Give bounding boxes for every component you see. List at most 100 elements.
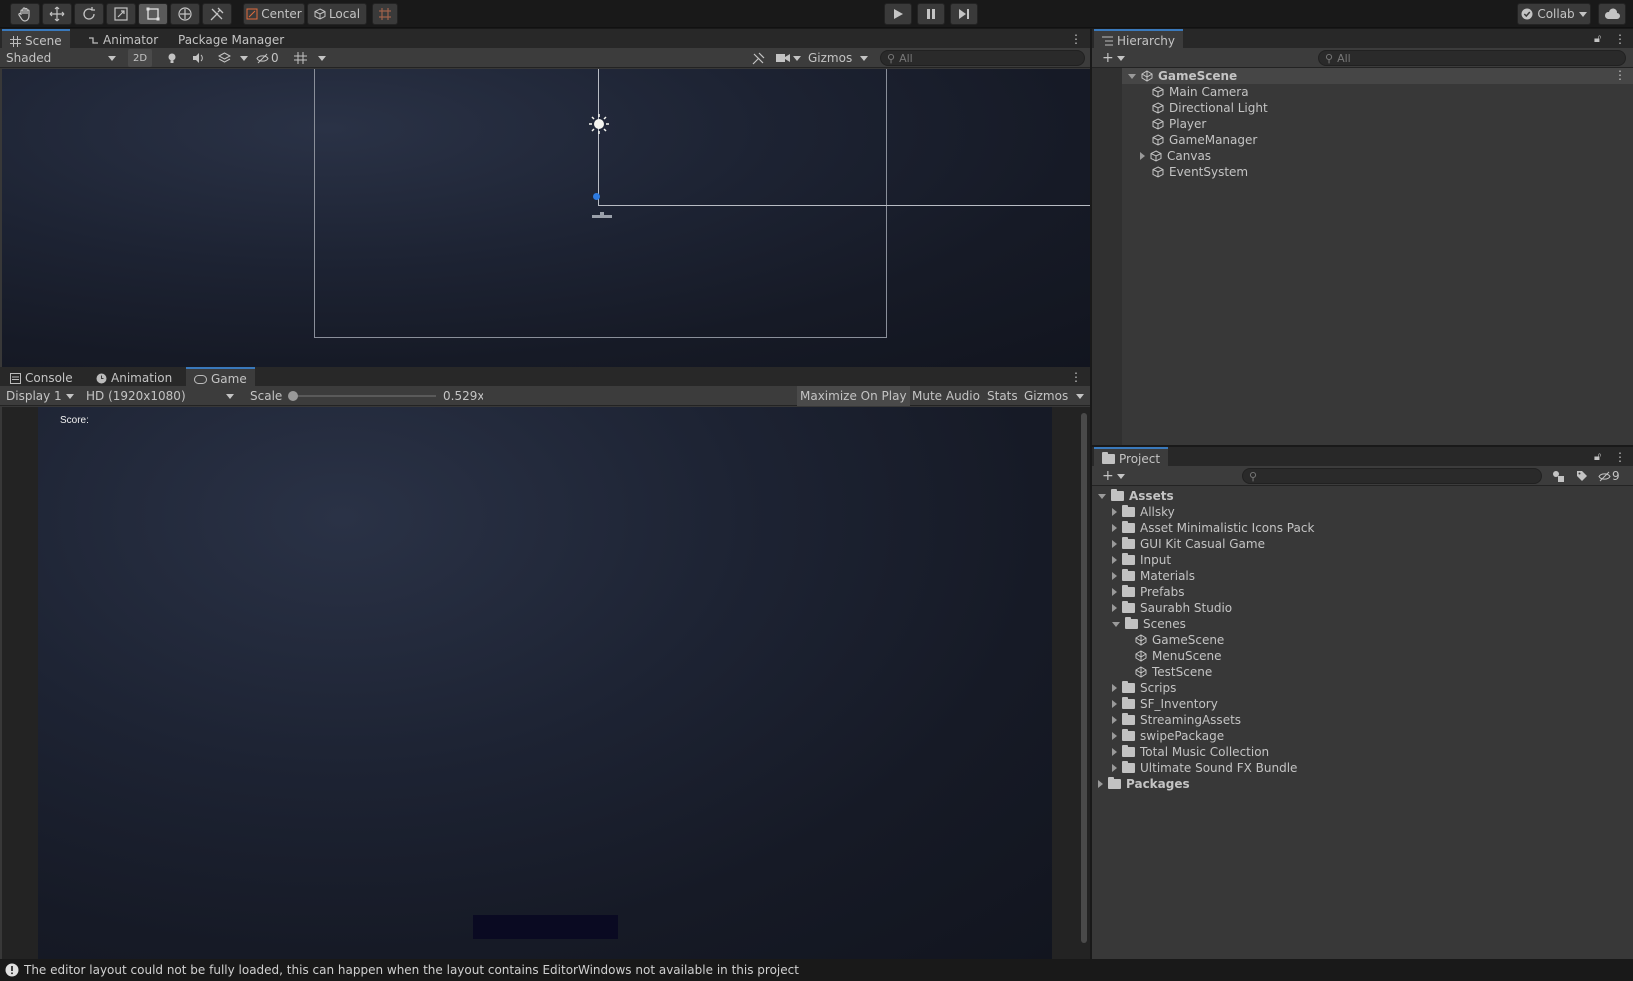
play-icon xyxy=(892,8,904,20)
project-folder-ultimate-sound-fx-bundle[interactable]: Ultimate Sound FX Bundle xyxy=(1112,760,1297,776)
scale-tool-button[interactable] xyxy=(106,3,136,25)
hierarchy-root-label: GameScene xyxy=(1158,69,1238,83)
rect-tool-button[interactable] xyxy=(138,3,168,25)
custom-tool-button[interactable] xyxy=(202,3,232,25)
pivot-handle[interactable] xyxy=(593,193,600,200)
unity-scene-icon xyxy=(1135,650,1147,662)
maximize-on-play-toggle[interactable]: Maximize On Play xyxy=(797,386,910,406)
hierarchy-add-button[interactable]: + xyxy=(1098,49,1129,67)
search-by-type-button[interactable] xyxy=(1548,467,1569,485)
play-button[interactable] xyxy=(884,3,912,25)
hierarchy-item-player[interactable]: Player xyxy=(1152,116,1206,132)
transform-icon xyxy=(177,6,193,22)
shading-mode-dropdown[interactable]: Shaded xyxy=(2,49,120,67)
hierarchy-item-gamemanager[interactable]: GameManager xyxy=(1152,132,1257,148)
folder-icon xyxy=(1122,761,1135,773)
project-title: Project xyxy=(1119,452,1161,466)
gameobject-cube-icon xyxy=(1150,150,1162,162)
scene-options-icon[interactable]: ⋮ xyxy=(1614,68,1626,82)
game-view[interactable]: Score: xyxy=(38,407,1052,959)
hidden-packages-toggle[interactable]: 9 xyxy=(1594,467,1624,485)
game-scrollbar[interactable] xyxy=(1081,413,1087,943)
hierarchy-item-eventsystem[interactable]: EventSystem xyxy=(1152,164,1248,180)
lock-icon[interactable]: 🔓︎ xyxy=(1594,450,1601,464)
project-folder-scenes[interactable]: Scenes xyxy=(1112,616,1186,632)
toggle-2d-button[interactable]: 2D xyxy=(128,49,152,67)
project-folder-allsky[interactable]: Allsky xyxy=(1112,504,1175,520)
collab-button[interactable]: Collab xyxy=(1517,3,1591,25)
chevron-down-icon xyxy=(860,55,869,61)
project-folder-swipepackage[interactable]: swipePackage xyxy=(1112,728,1224,744)
game-menu-icon[interactable]: ⋮ xyxy=(1070,370,1082,384)
rotate-tool-button[interactable] xyxy=(74,3,104,25)
search-by-label-button[interactable] xyxy=(1572,467,1592,485)
resolution-dropdown[interactable]: HD (1920x1080) xyxy=(82,387,238,405)
scene-gizmos-dropdown[interactable]: Gizmos xyxy=(804,49,872,67)
hierarchy-item-label: Canvas xyxy=(1167,149,1212,163)
directional-light-icon[interactable] xyxy=(588,113,610,138)
hierarchy-search-input[interactable]: ⚲ All xyxy=(1318,50,1626,66)
pause-button[interactable] xyxy=(917,3,945,25)
folder-icon xyxy=(1122,569,1135,581)
scene-viewport[interactable] xyxy=(2,69,1090,367)
grid-dropdown[interactable] xyxy=(314,49,330,67)
pivot-center-button[interactable]: Center xyxy=(243,3,305,25)
project-folder-saurabh-studio[interactable]: Saurabh Studio xyxy=(1112,600,1232,616)
expand-arrow-icon[interactable] xyxy=(1140,152,1145,160)
lighting-toggle[interactable] xyxy=(162,49,182,67)
packages-label: Packages xyxy=(1126,777,1190,791)
project-search-input[interactable]: ⚲ xyxy=(1242,468,1542,484)
cloud-button[interactable] xyxy=(1598,3,1626,25)
scene-menu-icon[interactable]: ⋮ xyxy=(1070,32,1082,46)
transform-tool-button[interactable] xyxy=(170,3,200,25)
effects-dropdown[interactable] xyxy=(236,49,252,67)
move-tool-button[interactable] xyxy=(42,3,72,25)
scene-tools-button[interactable] xyxy=(748,49,769,67)
pivot-local-button[interactable]: Local xyxy=(307,3,367,25)
project-menu-icon[interactable]: ⋮ xyxy=(1614,450,1626,464)
project-folder-sf-inventory[interactable]: SF_Inventory xyxy=(1112,696,1218,712)
filter-type-icon xyxy=(1552,470,1565,482)
lock-icon[interactable]: 🔓︎ xyxy=(1594,32,1601,46)
stats-toggle[interactable]: Stats xyxy=(983,387,1022,405)
display-dropdown[interactable]: Display 1 xyxy=(2,387,78,405)
project-folder-materials[interactable]: Materials xyxy=(1112,568,1195,584)
grid-toggle[interactable] xyxy=(290,49,311,67)
hierarchy-item-main-camera[interactable]: Main Camera xyxy=(1152,84,1249,100)
game-gizmos-dropdown[interactable]: Gizmos xyxy=(1020,387,1088,405)
hierarchy-item-canvas[interactable]: Canvas xyxy=(1140,148,1211,164)
packages-folder[interactable]: Packages xyxy=(1098,776,1190,792)
hidden-packages-count: 9 xyxy=(1612,469,1620,483)
status-message[interactable]: The editor layout could not be fully loa… xyxy=(24,963,799,977)
grid-snap-button[interactable] xyxy=(372,3,398,25)
effects-toggle[interactable] xyxy=(214,49,235,67)
hidden-objects-toggle[interactable]: 0 xyxy=(252,49,283,67)
project-folder-total-music-collection[interactable]: Total Music Collection xyxy=(1112,744,1269,760)
project-folder-prefabs[interactable]: Prefabs xyxy=(1112,584,1185,600)
mute-audio-toggle[interactable]: Mute Audio xyxy=(908,387,984,405)
project-scene-menuscene[interactable]: MenuScene xyxy=(1135,648,1222,664)
game-gizmos-label: Gizmos xyxy=(1024,389,1069,403)
project-folder-input[interactable]: Input xyxy=(1112,552,1171,568)
scale-slider-track[interactable] xyxy=(292,395,436,397)
project-add-button[interactable]: + xyxy=(1098,467,1129,485)
project-scene-gamescene[interactable]: GameScene xyxy=(1135,632,1224,648)
camera-dropdown[interactable] xyxy=(772,49,805,67)
scale-slider-thumb[interactable] xyxy=(288,391,298,401)
project-folder-scrips[interactable]: Scrips xyxy=(1112,680,1176,696)
project-scene-testscene[interactable]: TestScene xyxy=(1135,664,1212,680)
animator-icon xyxy=(88,35,99,46)
hierarchy-item-directional-light[interactable]: Directional Light xyxy=(1152,100,1268,116)
project-folder-streamingassets[interactable]: StreamingAssets xyxy=(1112,712,1241,728)
expand-arrow-icon xyxy=(1128,73,1136,79)
scene-label: TestScene xyxy=(1152,665,1213,679)
project-folder-asset-minimalistic-icons-pack[interactable]: Asset Minimalistic Icons Pack xyxy=(1112,520,1314,536)
audio-toggle[interactable] xyxy=(188,49,209,67)
project-folder-gui-kit-casual-game[interactable]: GUI Kit Casual Game xyxy=(1112,536,1265,552)
hierarchy-menu-icon[interactable]: ⋮ xyxy=(1614,32,1626,46)
hierarchy-root[interactable]: GameScene xyxy=(1128,68,1237,84)
hand-tool-button[interactable] xyxy=(10,3,40,25)
assets-folder[interactable]: Assets xyxy=(1098,488,1174,504)
scene-search-input[interactable]: ⚲ All xyxy=(880,50,1085,66)
step-button[interactable] xyxy=(950,3,978,25)
